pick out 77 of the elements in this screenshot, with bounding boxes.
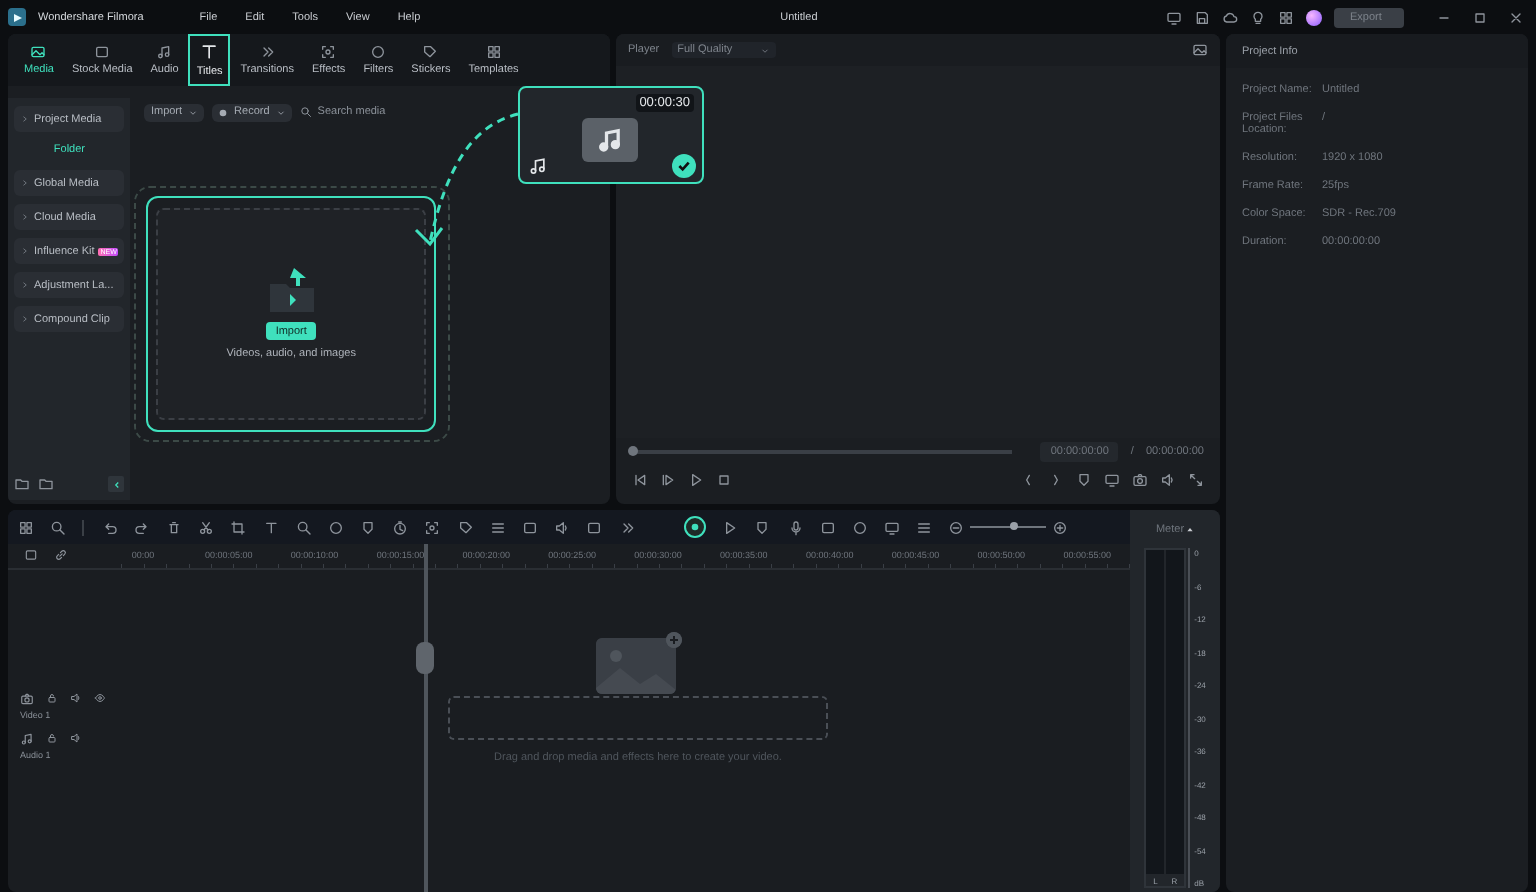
collapse-button[interactable] (108, 476, 125, 492)
caret-icon (20, 114, 30, 124)
mark-in-icon[interactable] (1020, 472, 1036, 488)
play-icon[interactable] (688, 472, 704, 488)
caret-icon (20, 246, 30, 256)
caret-icon (20, 178, 30, 188)
text-icon (199, 42, 220, 62)
audio-track-icon[interactable] (20, 732, 34, 746)
text-icon[interactable] (263, 519, 279, 535)
audio-thumbnail (582, 118, 638, 162)
volume-icon[interactable] (1160, 472, 1176, 488)
redo-icon[interactable] (133, 519, 150, 535)
playhead-handle[interactable] (416, 642, 434, 674)
undo-icon[interactable] (101, 519, 118, 535)
crop-icon[interactable] (230, 519, 247, 535)
cloud-icon[interactable] (1222, 9, 1238, 25)
folder-icon[interactable] (38, 476, 54, 492)
record-dot-icon (218, 107, 229, 117)
mark-out-icon[interactable] (1048, 472, 1064, 488)
marker-icon[interactable] (1076, 472, 1092, 488)
save-icon[interactable] (1194, 9, 1210, 25)
screen-icon[interactable] (884, 519, 901, 535)
image-icon (30, 44, 47, 60)
scissors-icon[interactable] (198, 519, 215, 535)
avatar[interactable] (1306, 9, 1322, 25)
app-logo (8, 8, 26, 26)
caret-icon (188, 107, 199, 117)
zoom-out-icon[interactable] (948, 519, 965, 535)
snapshot-icon[interactable] (1192, 42, 1208, 58)
speaker-icon[interactable] (70, 732, 82, 744)
tag-icon[interactable] (457, 519, 474, 535)
camera-icon[interactable] (1132, 472, 1148, 488)
zoom-icon[interactable] (295, 519, 312, 535)
list-icon[interactable] (489, 519, 506, 535)
lock-icon[interactable] (46, 692, 58, 704)
monitor-icon[interactable] (1166, 9, 1182, 25)
next-frame-icon[interactable] (660, 472, 676, 488)
eye-icon[interactable] (94, 692, 106, 704)
maximize-icon[interactable] (1472, 9, 1488, 25)
caret-icon (760, 45, 771, 55)
microphone-icon[interactable] (787, 519, 803, 535)
stop-icon[interactable] (716, 472, 732, 488)
caret-icon (20, 314, 30, 324)
layout-icon (485, 44, 502, 60)
transition-icon (259, 44, 276, 60)
chevron-left-icon (111, 479, 122, 489)
dot-icon (689, 522, 700, 532)
add-icon (666, 632, 682, 648)
music-note-icon (156, 44, 173, 60)
folder-icon (265, 266, 318, 314)
speaker-icon[interactable] (70, 692, 82, 704)
caret-icon (20, 280, 30, 290)
timer-icon[interactable] (392, 519, 409, 535)
search-icon (299, 106, 312, 118)
display-icon[interactable] (1104, 472, 1120, 488)
close-icon[interactable] (1508, 9, 1524, 25)
video-track-icon[interactable] (20, 692, 34, 706)
music-note-icon (528, 156, 548, 176)
caret-icon (20, 212, 30, 222)
progress-thumb[interactable] (627, 446, 637, 457)
previous-frame-icon[interactable] (632, 472, 648, 488)
new-folder-icon[interactable] (14, 476, 30, 492)
marker-icon[interactable] (754, 519, 771, 535)
apps-icon[interactable] (1278, 9, 1294, 25)
zoom-in-icon[interactable] (1052, 519, 1069, 535)
shield-icon[interactable] (360, 519, 377, 535)
grid-icon[interactable] (18, 519, 34, 535)
more-icon[interactable] (619, 519, 636, 535)
focus-icon[interactable] (424, 519, 441, 535)
lock-icon[interactable] (46, 732, 58, 744)
link-icon[interactable] (54, 548, 68, 562)
lightbulb-icon[interactable] (1250, 9, 1266, 25)
trash-icon[interactable] (165, 519, 182, 535)
toggle-button[interactable] (683, 516, 706, 538)
zoom-thumb[interactable] (1010, 522, 1019, 530)
fullscreen-icon[interactable] (1188, 472, 1204, 488)
caret-icon (275, 107, 286, 117)
